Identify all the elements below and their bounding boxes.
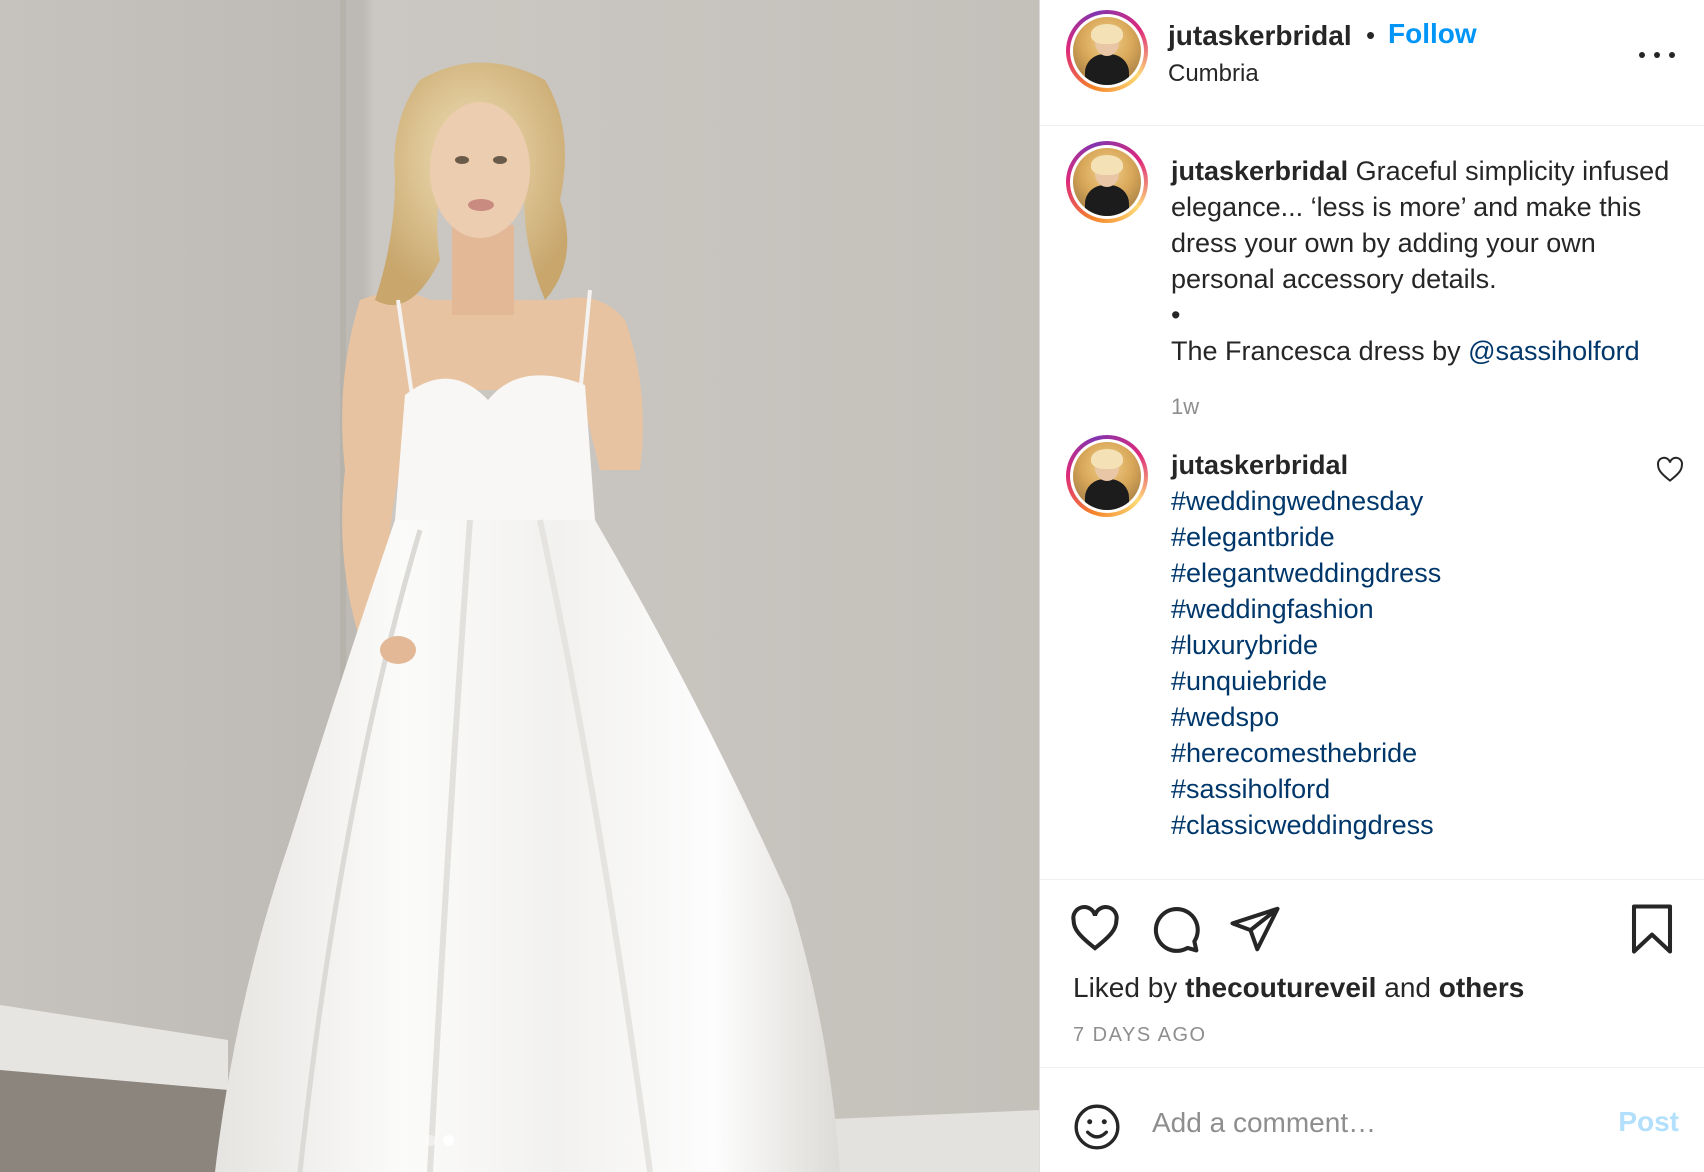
author-avatar[interactable] [1066, 10, 1148, 92]
hashtag-comment-text: jutaskerbridal #weddingwednesday #elegan… [1171, 447, 1671, 843]
hashtag-link[interactable]: #classicweddingdress [1171, 807, 1671, 843]
comment-like-heart-icon[interactable] [1655, 455, 1685, 485]
hashtag-link[interactable]: #sassiholford [1171, 771, 1671, 807]
bride-photo-illustration [0, 0, 1039, 1172]
hashtag-link[interactable]: #weddingfashion [1171, 591, 1671, 627]
hashtag-link[interactable]: #elegantweddingdress [1171, 555, 1671, 591]
comment-avatar[interactable] [1066, 435, 1148, 517]
liked-by-and: and [1376, 972, 1439, 1003]
follow-button[interactable]: Follow [1388, 18, 1477, 50]
hashtag-link[interactable]: #unquiebride [1171, 663, 1671, 699]
caption-username[interactable]: jutaskerbridal [1171, 156, 1348, 186]
post-photo[interactable] [0, 0, 1039, 1172]
hashtag-link[interactable]: #wedspo [1171, 699, 1671, 735]
header-separator: • [1366, 20, 1376, 50]
comment-bubble-icon[interactable] [1148, 902, 1202, 956]
caption-bullet: • [1171, 300, 1181, 330]
author-username[interactable]: jutaskerbridal [1168, 20, 1352, 52]
comment-username[interactable]: jutaskerbridal [1171, 450, 1348, 480]
post-date[interactable]: 7 DAYS AGO [1073, 1024, 1207, 1047]
carousel-dot-active [443, 1135, 454, 1146]
caption-text: jutaskerbridal Graceful simplicity infus… [1171, 153, 1671, 425]
post-side-panel: jutaskerbridal • Follow Cumbria jutasker… [1039, 0, 1704, 1172]
smiley-icon[interactable] [1072, 1102, 1122, 1152]
caption-avatar[interactable] [1066, 141, 1148, 223]
paper-plane-icon[interactable] [1228, 902, 1282, 956]
caption-line-2: The Francesca dress by [1171, 336, 1469, 366]
post-location[interactable]: Cumbria [1168, 60, 1259, 88]
hashtag-link[interactable]: #luxurybride [1171, 627, 1671, 663]
liked-by-text: Liked by thecoutureveil and others [1073, 972, 1524, 1004]
hashtag-link[interactable]: #herecomesthebride [1171, 735, 1671, 771]
post-comment-button[interactable]: Post [1618, 1106, 1679, 1138]
mention-link[interactable]: @sassiholford [1468, 336, 1639, 366]
comment-input[interactable] [1152, 1098, 1592, 1148]
carousel-dot [425, 1135, 436, 1146]
bookmark-icon[interactable] [1625, 902, 1679, 956]
post-header: jutaskerbridal • Follow Cumbria [1040, 0, 1704, 126]
comments-list[interactable]: jutaskerbridal Graceful simplicity infus… [1040, 127, 1704, 879]
heart-icon[interactable] [1068, 902, 1122, 956]
liked-by-user[interactable]: thecoutureveil [1185, 972, 1376, 1003]
hashtag-link[interactable]: #elegantbride [1171, 519, 1671, 555]
hashtag-link[interactable]: #weddingwednesday [1171, 483, 1671, 519]
add-comment-bar: Post [1040, 1067, 1704, 1172]
liked-by-prefix: Liked by [1073, 972, 1186, 1003]
post-actions: Liked by thecoutureveil and others 7 DAY… [1040, 879, 1704, 1067]
caption-timestamp[interactable]: 1w [1171, 389, 1671, 425]
liked-by-others[interactable]: others [1439, 972, 1525, 1003]
more-options-icon[interactable] [1639, 40, 1675, 70]
carousel-indicator [425, 1135, 454, 1146]
